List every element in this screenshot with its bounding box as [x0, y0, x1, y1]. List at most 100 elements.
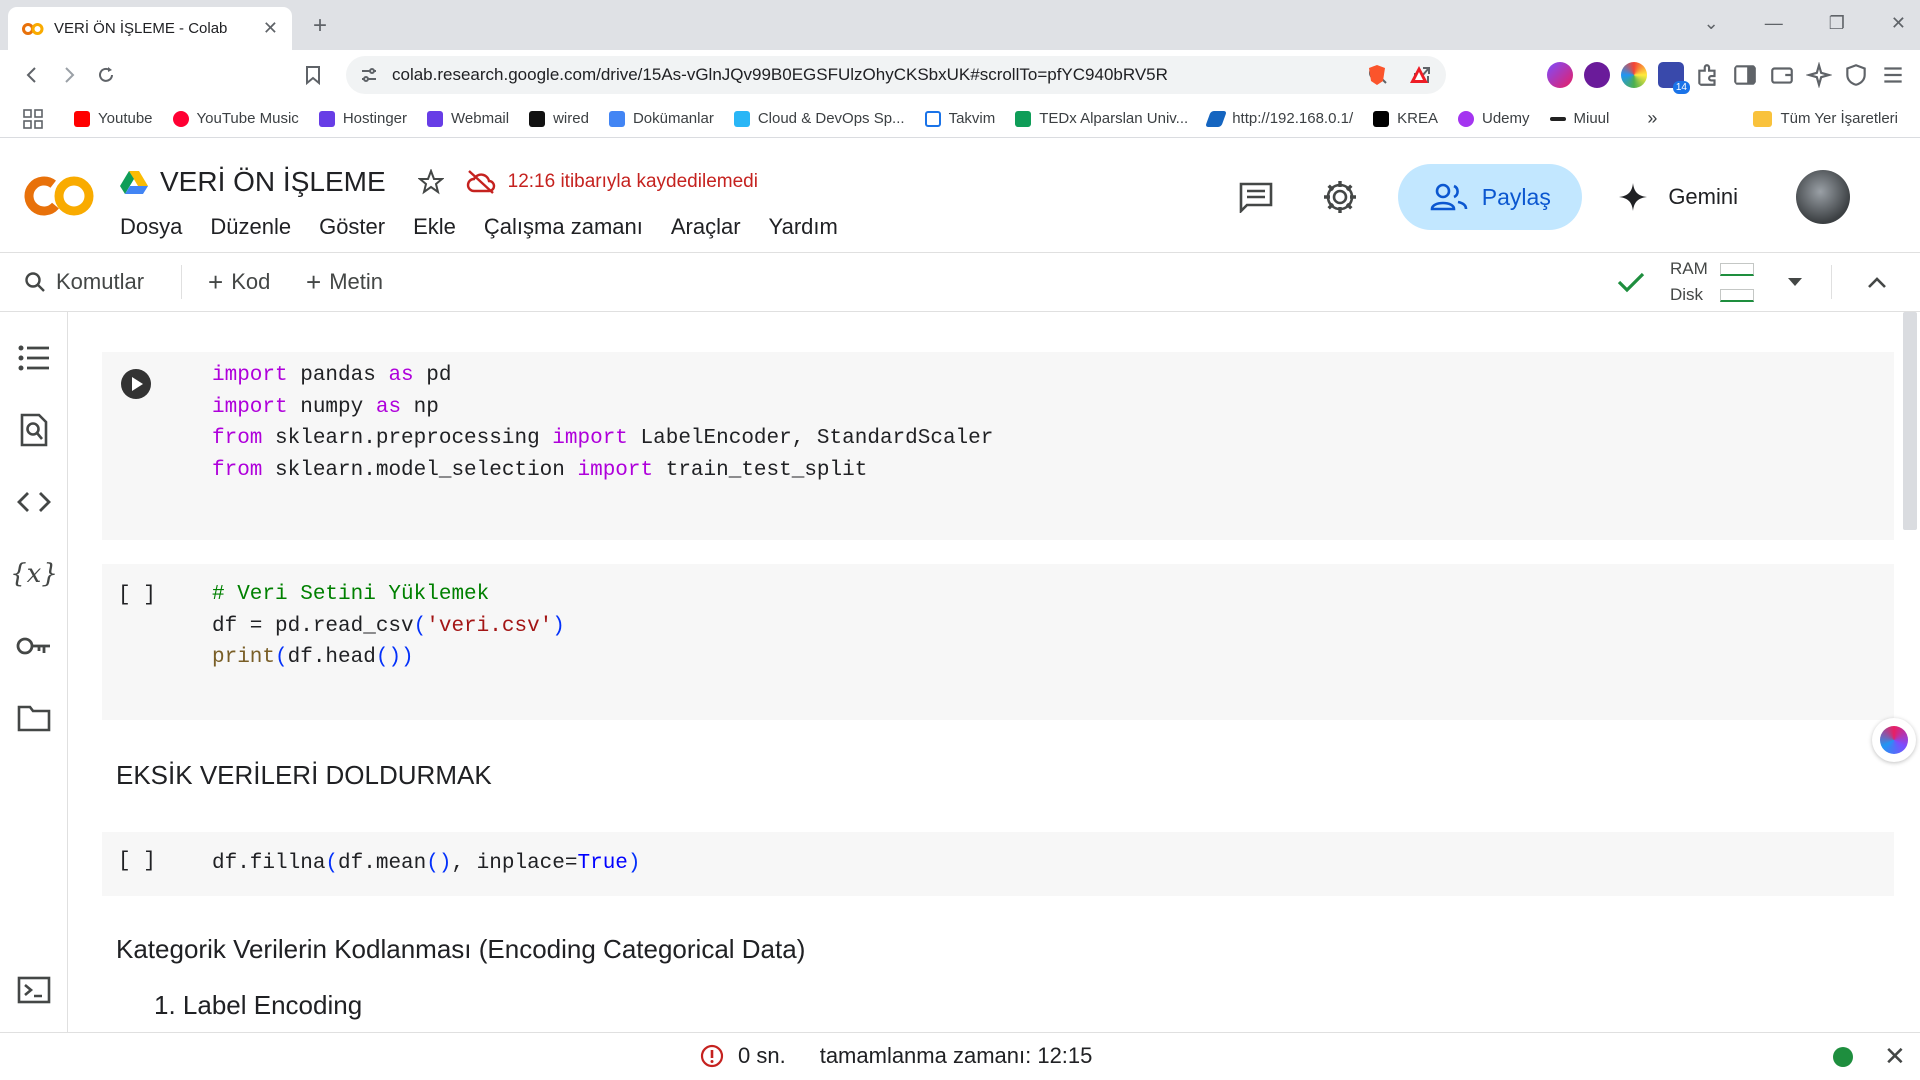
star-icon[interactable]: [417, 169, 444, 195]
window-controls: ⌄ — ❐ ✕: [1704, 13, 1906, 34]
add-code-button[interactable]: + Kod: [208, 253, 270, 311]
omnibox[interactable]: colab.research.google.com/drive/15As-vGl…: [346, 56, 1446, 94]
bookmark-youtube-music[interactable]: YouTube Music: [172, 110, 299, 127]
notebook-scrollbar[interactable]: [1900, 312, 1920, 1032]
bookmark-cloud-devops[interactable]: Cloud & DevOps Sp...: [733, 110, 905, 127]
code-editor[interactable]: # Veri Setini Yüklemek df = pd.read_csv('…: [212, 579, 565, 674]
leo-ai-icon[interactable]: [1806, 62, 1832, 88]
runtime-dropdown-button[interactable]: [1786, 253, 1804, 311]
code-cell-imports[interactable]: import pandas as pd import numpy as np fro…: [102, 352, 1894, 540]
krea-icon: [1373, 110, 1390, 127]
bookmark-dokumanlar[interactable]: Dokümanlar: [608, 110, 714, 127]
menu-yardim[interactable]: Yardım: [769, 214, 838, 240]
menu-araclar[interactable]: Araçlar: [671, 214, 741, 240]
bookmark-krea[interactable]: KREA: [1373, 110, 1438, 127]
extension-lr-icon[interactable]: [1584, 62, 1610, 88]
bookmark-wired[interactable]: wired: [529, 110, 589, 127]
scrollbar-thumb[interactable]: [1903, 312, 1917, 530]
gemini-button[interactable]: Gemini: [1618, 182, 1738, 212]
bookmark-tedx[interactable]: TEDx Alparslan Univ...: [1015, 110, 1188, 127]
code-editor[interactable]: import pandas as pd import numpy as np fro…: [212, 360, 993, 486]
extension-color-icon[interactable]: [1621, 62, 1647, 88]
back-button[interactable]: [14, 57, 50, 93]
text-cell-heading-missing-data[interactable]: EKSİK VERİLERİ DOLDURMAK: [116, 760, 492, 791]
code-line: import numpy as np: [212, 395, 439, 419]
code-cell-fillna[interactable]: [ ] df.fillna(df.mean(), inplace=True): [102, 832, 1894, 896]
vpn-shield-icon[interactable]: [1843, 62, 1869, 88]
runtime-status[interactable]: RAM Disk: [1616, 253, 1754, 311]
notebook-title[interactable]: VERİ ÖN İŞLEME: [160, 166, 386, 198]
terminal-button[interactable]: [16, 972, 52, 1008]
code-snippets-button[interactable]: [16, 484, 52, 520]
bookmark-label: YouTube Music: [196, 110, 299, 127]
brave-rewards-icon[interactable]: [1408, 64, 1430, 86]
cell-execution-count[interactable]: [ ]: [118, 584, 156, 607]
bookmark-webmail[interactable]: Webmail: [427, 110, 509, 127]
menu-calisma-zamani[interactable]: Çalışma zamanı: [484, 214, 643, 240]
bookmark-hostinger[interactable]: Hostinger: [318, 110, 407, 127]
find-replace-button[interactable]: [16, 412, 52, 448]
wallet-icon[interactable]: [1769, 62, 1795, 88]
bookmark-udemy[interactable]: Udemy: [1457, 110, 1530, 127]
terminal-icon: [17, 976, 51, 1004]
table-of-contents-button[interactable]: [16, 340, 52, 376]
user-avatar[interactable]: [1796, 170, 1850, 224]
menu-dosya[interactable]: Dosya: [120, 214, 182, 240]
bookmark-youtube[interactable]: Youtube: [74, 110, 153, 127]
bookmarks-overflow-button[interactable]: »: [1647, 108, 1657, 129]
tab-search-icon[interactable]: ⌄: [1704, 13, 1719, 34]
code-cell-load-data[interactable]: [ ] # Veri Setini Yüklemek df = pd.read_c…: [102, 564, 1894, 720]
all-bookmarks-folder[interactable]: Tüm Yer İşaretleri: [1753, 110, 1898, 127]
text-cell-heading-encoding[interactable]: Kategorik Verilerin Kodlanması (Encoding…: [116, 934, 805, 965]
add-text-button[interactable]: + Metin: [306, 253, 383, 311]
browser-menu-icon[interactable]: [1880, 62, 1906, 88]
save-status-warning[interactable]: 12:16 itibarıyla kaydedilemedi: [508, 171, 758, 193]
comments-icon[interactable]: [1238, 181, 1274, 213]
brain-extension-icon[interactable]: [1547, 62, 1573, 88]
bookmark-star-button[interactable]: [295, 57, 331, 93]
site-settings-icon[interactable]: [360, 66, 378, 84]
search-icon: [25, 272, 45, 292]
forward-button[interactable]: [51, 57, 87, 93]
menu-goster[interactable]: Göster: [319, 214, 385, 240]
add-code-label: Kod: [231, 269, 271, 294]
bookmark-miuul[interactable]: Miuul: [1549, 110, 1609, 127]
brave-shield-icon[interactable]: [1366, 63, 1388, 87]
minimize-button[interactable]: —: [1765, 13, 1783, 34]
menu-ekle[interactable]: Ekle: [413, 214, 456, 240]
close-window-button[interactable]: ✕: [1891, 13, 1906, 34]
google-drive-icon[interactable]: [120, 170, 148, 194]
status-bar: 0 sn. tamamlanma zamanı: 12:15 ✕: [0, 1032, 1920, 1080]
secrets-button[interactable]: [16, 628, 52, 664]
text-cell-label-encoding[interactable]: 1. Label Encoding: [154, 990, 362, 1021]
extensions-puzzle-icon[interactable]: [1695, 62, 1721, 88]
browser-tab[interactable]: VERİ ÖN İŞLEME - Colab ✕: [8, 7, 292, 50]
extension-badge-icon[interactable]: 14: [1658, 62, 1690, 94]
execution-status[interactable]: 0 sn. tamamlanma zamanı: 12:15: [700, 1043, 1092, 1069]
restore-button[interactable]: ❐: [1829, 13, 1845, 34]
apps-grid-icon[interactable]: [22, 108, 44, 130]
bookmark-takvim[interactable]: Takvim: [924, 110, 995, 127]
settings-gear-icon[interactable]: [1322, 179, 1358, 215]
commands-button[interactable]: Komutlar: [24, 253, 144, 311]
menu-duzenle[interactable]: Düzenle: [210, 214, 291, 240]
run-cell-button[interactable]: [120, 368, 152, 400]
toolbar-divider: [181, 265, 182, 299]
new-tab-button[interactable]: +: [313, 12, 327, 40]
url-text[interactable]: colab.research.google.com/drive/15As-vGl…: [392, 65, 1368, 85]
close-tab-icon[interactable]: ✕: [263, 18, 278, 39]
sidebar-toggle-icon[interactable]: [1732, 62, 1758, 88]
share-button[interactable]: Paylaş: [1398, 164, 1583, 230]
close-status-button[interactable]: ✕: [1884, 1041, 1906, 1072]
address-bar-row: colab.research.google.com/drive/15As-vGl…: [0, 50, 1920, 100]
back-arrow-icon: [26, 67, 36, 83]
bookmark-router[interactable]: http://192.168.0.1/: [1205, 110, 1353, 127]
files-button[interactable]: [16, 700, 52, 736]
cell-execution-count[interactable]: [ ]: [118, 850, 156, 873]
variables-button[interactable]: {x}: [10, 556, 58, 592]
colab-logo-icon[interactable]: [24, 174, 94, 218]
reload-icon: [99, 67, 113, 82]
collapse-header-button[interactable]: [1866, 253, 1888, 311]
code-editor[interactable]: df.fillna(df.mean(), inplace=True): [212, 848, 641, 880]
reload-button[interactable]: [88, 57, 124, 93]
